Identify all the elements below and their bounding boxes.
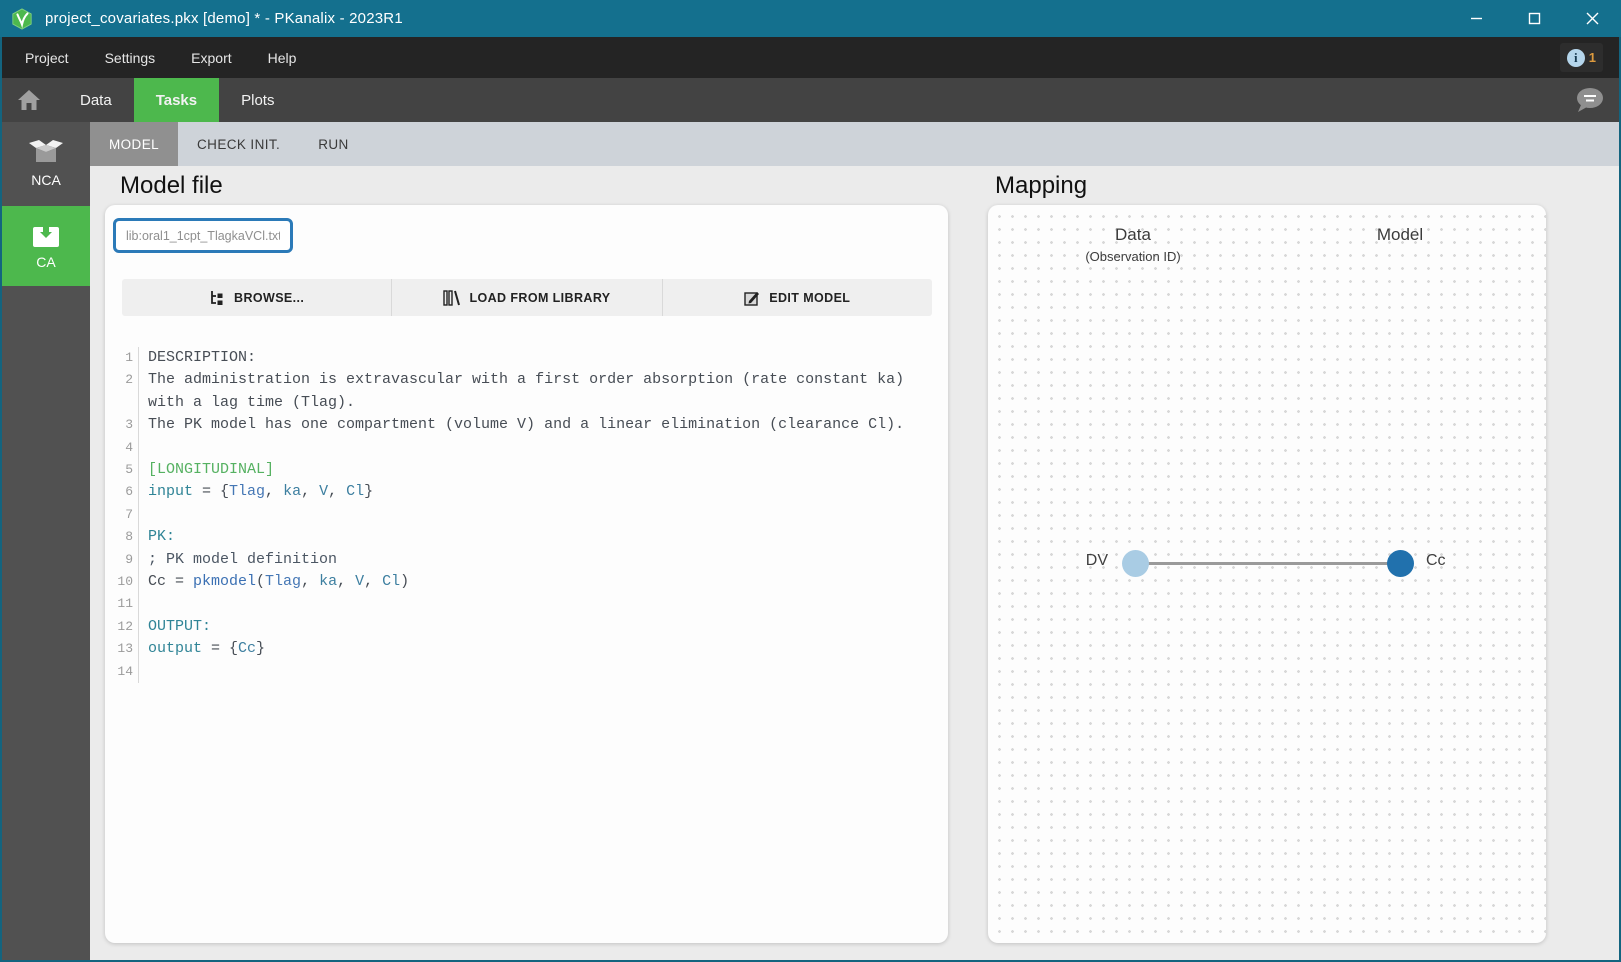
code-line: with a lag time (Tlag). — [113, 391, 940, 415]
code-line: 13 output = {Cc} — [113, 638, 940, 661]
subtab-run[interactable]: RUN — [299, 122, 367, 166]
title-bar: project_covariates.pkx [demo] * - PKanal… — [0, 0, 1621, 37]
task-subtab-bar: MODEL CHECK INIT. RUN — [90, 122, 1619, 166]
home-icon — [18, 90, 40, 110]
browse-icon — [211, 290, 223, 305]
close-button[interactable] — [1563, 0, 1621, 37]
notification-count: 1 — [1588, 50, 1596, 65]
library-icon — [443, 289, 461, 306]
menu-settings[interactable]: Settings — [105, 50, 156, 66]
sidebar-item-label: CA — [36, 254, 56, 270]
tab-plots[interactable]: Plots — [219, 78, 296, 122]
sidebar-item-nca[interactable]: NCA — [2, 122, 90, 206]
mapping-data-subheader: (Observation ID) — [1085, 249, 1181, 264]
code-line: 12 OUTPUT: — [113, 615, 940, 639]
mapping-title: Mapping — [995, 172, 1088, 199]
mapping-connection-row: DV Cc — [988, 543, 1546, 583]
edit-icon — [744, 291, 760, 306]
window-border — [0, 37, 2, 962]
home-button[interactable] — [0, 78, 58, 122]
tab-data[interactable]: Data — [58, 78, 134, 122]
mapping-model-node[interactable] — [1387, 550, 1414, 577]
main-tab-bar: Data Tasks Plots — [0, 78, 1621, 122]
open-box-icon — [29, 140, 63, 162]
mapping-model-label: Cc — [1426, 552, 1446, 569]
window-title: project_covariates.pkx [demo] * - PKanal… — [45, 10, 403, 27]
edit-model-button[interactable]: EDIT MODEL — [661, 279, 932, 316]
mapping-data-header: Data — [1115, 225, 1151, 244]
mapping-connector-line — [1135, 561, 1400, 565]
code-line: 14 — [113, 660, 940, 684]
notifications-button[interactable]: i 1 — [1559, 43, 1603, 72]
menu-project[interactable]: Project — [25, 50, 69, 66]
code-line: 11 — [113, 593, 940, 616]
mapping-data-node[interactable] — [1122, 550, 1149, 577]
info-icon: i — [1566, 48, 1585, 67]
subtab-model[interactable]: MODEL — [90, 122, 179, 166]
maximize-button[interactable] — [1505, 0, 1563, 37]
sidebar-item-label: NCA — [31, 172, 61, 188]
code-line: 7 — [113, 503, 940, 527]
model-file-input[interactable] — [113, 218, 293, 253]
model-file-buttons: BROWSE... LOAD FROM LIBRARY EDIT MODEL — [122, 279, 932, 316]
subtab-check-init[interactable]: CHECK INIT. — [178, 122, 299, 166]
browse-button[interactable]: BROWSE... — [122, 279, 391, 316]
code-line: 3 The PK model has one compartment (volum… — [113, 414, 940, 437]
sidebar-item-ca[interactable]: CA — [2, 206, 90, 286]
menu-help[interactable]: Help — [268, 50, 297, 66]
mapping-model-header: Model — [1376, 225, 1424, 244]
load-from-library-button[interactable]: LOAD FROM LIBRARY — [391, 279, 661, 316]
code-line: 8 PK: — [113, 526, 940, 549]
model-file-card: BROWSE... LOAD FROM LIBRARY EDIT MO — [105, 205, 948, 943]
code-line: 6 input = {Tlag, ka, V, Cl} — [113, 481, 940, 504]
menu-bar: Project Settings Export Help i 1 — [0, 37, 1621, 78]
tab-tasks[interactable]: Tasks — [133, 78, 220, 122]
content-area: Model file BROWSE... — [90, 166, 1619, 960]
code-line: 10 Cc = pkmodel(Tlag, ka, V, Cl) — [113, 571, 940, 594]
code-line: 1 DESCRIPTION: — [113, 347, 940, 370]
feedback-button[interactable] — [1573, 86, 1605, 114]
code-line: 5 [LONGITUDINAL] — [113, 459, 940, 482]
code-line: 2 The administration is extravascular wit… — [113, 369, 940, 392]
closed-box-icon — [33, 222, 59, 247]
code-line: 4 — [113, 436, 940, 460]
code-line: 9; PK model definition — [113, 548, 940, 572]
app-logo-icon — [12, 7, 32, 30]
mapping-card: Data (Observation ID) Model DV Cc — [988, 205, 1546, 943]
pkanalix-window: project_covariates.pkx [demo] * - PKanal… — [0, 0, 1621, 962]
model-file-title: Model file — [120, 172, 223, 199]
sidebar: NCA CA — [2, 122, 90, 960]
minimize-button[interactable] — [1447, 0, 1505, 37]
menu-export[interactable]: Export — [191, 50, 231, 66]
code-editor[interactable]: 1 DESCRIPTION: 2 The administration is extr… — [113, 347, 940, 933]
mapping-data-label: DV — [1085, 552, 1108, 569]
chat-bubble-icon — [1577, 88, 1603, 112]
